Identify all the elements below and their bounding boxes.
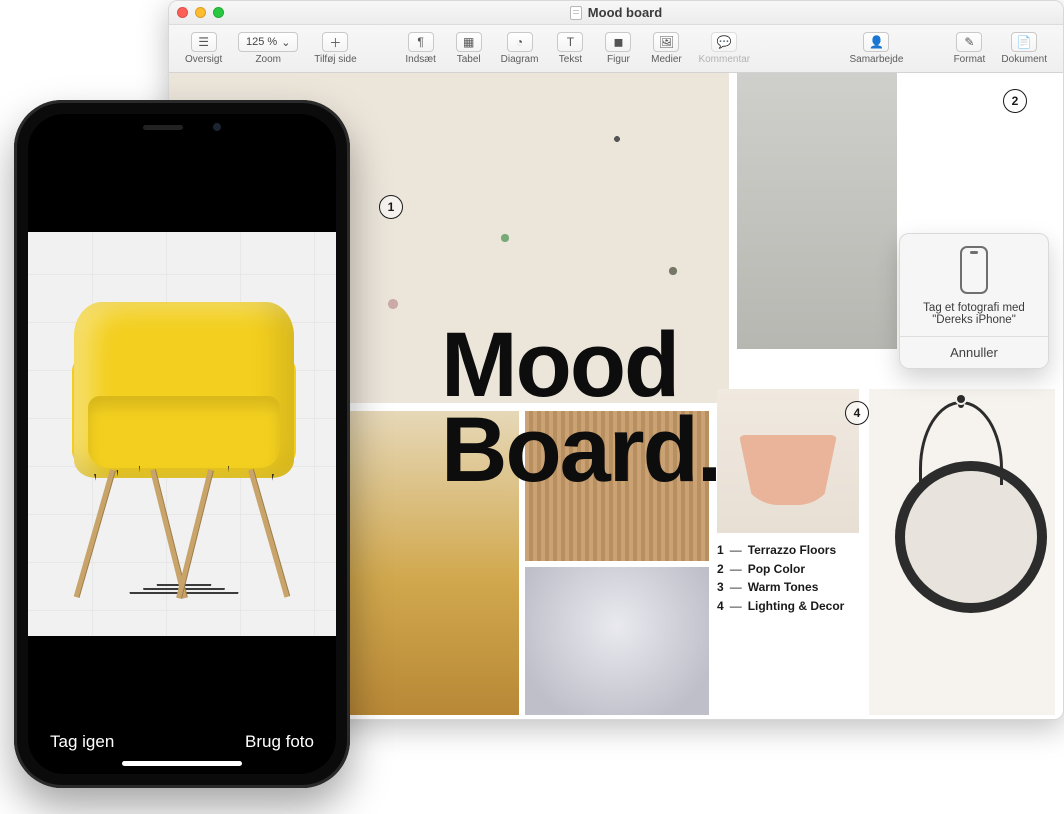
legend-label: Pop Color bbox=[748, 560, 805, 579]
front-camera-icon bbox=[213, 123, 221, 131]
chevron-down-icon: ⌄ bbox=[281, 36, 290, 49]
legend-row: 4 — Lighting & Decor bbox=[717, 597, 844, 616]
toolbar-insert-button[interactable]: ¶ Indsæt bbox=[399, 30, 443, 67]
camera-action-bar: Tag igen Brug foto bbox=[28, 732, 336, 752]
toolbar-text-button[interactable]: T Tekst bbox=[548, 30, 592, 67]
phone-outline-icon bbox=[960, 246, 988, 294]
add-page-icon: ＋ bbox=[322, 32, 348, 52]
legend-label: Lighting & Decor bbox=[748, 597, 845, 616]
toolbar-comment-label: Kommentar bbox=[698, 54, 750, 65]
toolbar-insert-label: Indsæt bbox=[405, 54, 436, 65]
comment-icon: 💬 bbox=[711, 32, 737, 52]
speaker-icon bbox=[143, 125, 183, 130]
legend-number: 2 bbox=[717, 560, 724, 579]
callout-1: 1 bbox=[379, 195, 403, 219]
toolbar-document-button[interactable]: 📄 Dokument bbox=[995, 30, 1053, 67]
legend-number: 1 bbox=[717, 541, 724, 560]
toolbar-collaborate-label: Samarbejde bbox=[850, 54, 904, 65]
legend-label: Terrazzo Floors bbox=[748, 541, 836, 560]
legend[interactable]: 1 — Terrazzo Floors 2 — Pop Color 3 — Wa… bbox=[717, 541, 844, 615]
pilcrow-icon: ¶ bbox=[408, 32, 434, 52]
legend-dash: — bbox=[730, 597, 742, 616]
callout-2: 2 bbox=[1003, 89, 1027, 113]
legend-dash: — bbox=[730, 578, 742, 597]
toolbar-table-label: Tabel bbox=[457, 54, 481, 65]
toolbar-zoom-label: Zoom bbox=[255, 54, 281, 65]
window-titlebar[interactable]: Mood board bbox=[169, 1, 1063, 25]
iphone-device: Tag igen Brug foto bbox=[14, 100, 350, 788]
toolbar-add-page-label: Tilføj side bbox=[314, 54, 356, 65]
popover-message: Tag et fotografi med "Dereks iPhone" bbox=[910, 302, 1038, 326]
toolbar-oversigt-label: Oversigt bbox=[185, 54, 222, 65]
image-fur[interactable] bbox=[525, 567, 709, 715]
text-icon: T bbox=[557, 32, 583, 52]
chart-icon: ◔ bbox=[507, 32, 533, 52]
toolbar-shape-button[interactable]: ◼︎ Figur bbox=[596, 30, 640, 67]
window-title: Mood board bbox=[169, 5, 1063, 20]
legend-dash: — bbox=[730, 541, 742, 560]
document-heading[interactable]: Mood Board. bbox=[441, 323, 720, 492]
iphone-notch bbox=[107, 114, 257, 140]
home-indicator[interactable] bbox=[122, 761, 242, 766]
toolbar-shape-label: Figur bbox=[607, 54, 630, 65]
window-title-text: Mood board bbox=[588, 5, 662, 20]
use-photo-button[interactable]: Brug foto bbox=[245, 732, 314, 752]
sidebar-icon: ☰ bbox=[191, 32, 217, 52]
toolbar-add-page-button[interactable]: ＋ Tilføj side bbox=[308, 30, 362, 67]
legend-number: 4 bbox=[717, 597, 724, 616]
legend-label: Warm Tones bbox=[748, 578, 819, 597]
zoom-select[interactable]: 125 % ⌄ bbox=[238, 32, 298, 52]
document-settings-icon: 📄 bbox=[1011, 32, 1037, 52]
toolbar-format-button[interactable]: ✎ Format bbox=[947, 30, 991, 67]
legend-number: 3 bbox=[717, 578, 724, 597]
legend-row: 3 — Warm Tones bbox=[717, 578, 844, 597]
document-icon bbox=[570, 6, 582, 20]
toolbar-media-button[interactable]: 🖼 Medier bbox=[644, 30, 688, 67]
shape-icon: ◼︎ bbox=[605, 32, 631, 52]
toolbar-text-label: Tekst bbox=[559, 54, 582, 65]
media-icon: 🖼 bbox=[653, 32, 679, 52]
toolbar-zoom-button[interactable]: 125 % ⌄ Zoom bbox=[232, 30, 304, 67]
image-mirror[interactable] bbox=[869, 389, 1055, 715]
legend-row: 2 — Pop Color bbox=[717, 560, 844, 579]
vertical-scrollbar[interactable] bbox=[1051, 73, 1061, 719]
collaborate-icon: 👤 bbox=[863, 32, 889, 52]
toolbar-comment-button[interactable]: 💬 Kommentar bbox=[692, 30, 756, 67]
format-icon: ✎ bbox=[956, 32, 982, 52]
legend-row: 1 — Terrazzo Floors bbox=[717, 541, 844, 560]
toolbar-chart-button[interactable]: ◔ Diagram bbox=[495, 30, 545, 67]
photo-chair bbox=[74, 302, 294, 602]
camera-preview bbox=[28, 232, 336, 636]
toolbar: ☰ Oversigt 125 % ⌄ Zoom ＋ Tilføj side ¶ … bbox=[169, 25, 1063, 73]
continuity-camera-popover: Tag et fotografi med "Dereks iPhone" Ann… bbox=[899, 233, 1049, 369]
toolbar-media-label: Medier bbox=[651, 54, 682, 65]
callout-4: 4 bbox=[845, 401, 869, 425]
toolbar-oversigt-button[interactable]: ☰ Oversigt bbox=[179, 30, 228, 67]
table-icon: ▦ bbox=[456, 32, 482, 52]
image-concrete[interactable] bbox=[737, 73, 897, 349]
toolbar-chart-label: Diagram bbox=[501, 54, 539, 65]
popover-cancel-button[interactable]: Annuller bbox=[900, 336, 1048, 368]
iphone-screen: Tag igen Brug foto bbox=[28, 114, 336, 774]
toolbar-table-button[interactable]: ▦ Tabel bbox=[447, 30, 491, 67]
toolbar-collaborate-button[interactable]: 👤 Samarbejde bbox=[844, 30, 910, 67]
toolbar-document-label: Dokument bbox=[1001, 54, 1047, 65]
toolbar-format-label: Format bbox=[954, 54, 986, 65]
retake-button[interactable]: Tag igen bbox=[50, 732, 114, 752]
legend-dash: — bbox=[730, 560, 742, 579]
image-lamp[interactable] bbox=[717, 389, 859, 533]
zoom-value: 125 % bbox=[246, 36, 277, 48]
